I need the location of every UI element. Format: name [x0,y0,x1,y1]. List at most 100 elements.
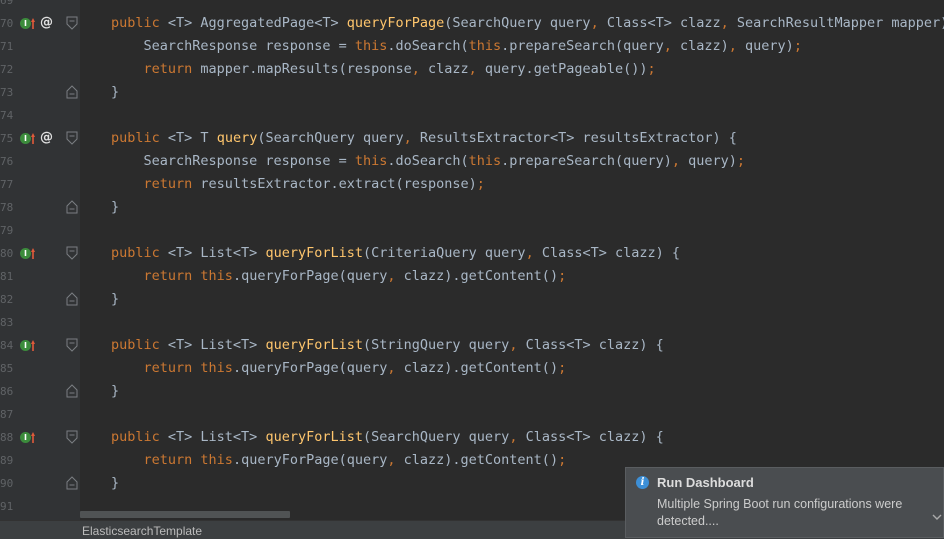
code-line[interactable]: public <T> List<T> queryForList(SearchQu… [111,426,664,449]
code-line[interactable]: public <T> List<T> queryForList(Criteria… [111,242,680,265]
code-token: , [509,337,526,353]
breadcrumb[interactable]: ElasticsearchTemplate [82,524,202,538]
code-token: public [111,15,168,31]
code-token: , [387,268,404,284]
fold-collapse-icon[interactable] [66,16,78,30]
line-number: 87 [0,408,14,421]
code-token: (StringQuery query [363,337,510,353]
code-line[interactable]: } [111,472,119,495]
code-token: , [411,61,429,77]
line-number: 81 [0,270,14,283]
up-arrow-icon[interactable] [31,133,35,144]
code-token: public [111,337,168,353]
chevron-down-icon[interactable] [931,512,943,522]
at-override-icon[interactable]: @ [40,131,53,145]
code-line[interactable]: return mapper.mapResults(response, clazz… [111,58,656,81]
code-token: ; [736,153,746,169]
code-token: (SearchQuery query [444,15,591,31]
code-token: queryForPage [346,15,445,31]
fold-end-icon[interactable] [66,476,78,490]
code-line[interactable]: public <T> T query(SearchQuery query, Re… [111,127,737,150]
line-number: 84 [0,339,14,352]
horizontal-scrollbar[interactable] [80,511,290,518]
notification-body[interactable]: Multiple Spring Boot run configurations … [657,496,907,530]
implements-icon[interactable]: I [20,133,31,144]
line-number: 77 [0,178,14,191]
code-token: .queryForPage(query [232,268,388,284]
code-token: SearchResponse response = [111,153,355,169]
code-token: query) [745,38,794,54]
code-line[interactable]: } [111,288,119,311]
up-arrow-icon[interactable] [31,248,35,259]
line-number: 75 [0,132,14,145]
code-token: .queryForPage(query [232,452,388,468]
code-token: clazz).getContent() [403,452,559,468]
fold-collapse-icon[interactable] [66,131,78,145]
line-number: 70 [0,17,14,30]
code-token: this [200,268,233,284]
line-number: 85 [0,362,14,375]
code-token: this [468,38,502,54]
code-token: (SearchQuery query [257,130,404,146]
code-line[interactable]: SearchResponse response = this.doSearch(… [111,150,746,173]
fold-collapse-icon[interactable] [66,338,78,352]
line-number: 91 [0,500,14,513]
fold-collapse-icon[interactable] [66,430,78,444]
code-line[interactable]: SearchResponse response = this.doSearch(… [111,35,802,58]
code-token: this [354,153,388,169]
code-line[interactable]: return this.queryForPage(query, clazz).g… [111,265,567,288]
fold-end-icon[interactable] [66,85,78,99]
fold-collapse-icon[interactable] [66,246,78,260]
code-line[interactable]: } [111,81,119,104]
up-arrow-icon[interactable] [31,340,35,351]
code-token: } [111,199,120,215]
code-token: this [468,153,502,169]
code-line[interactable]: return this.queryForPage(query, clazz).g… [111,449,567,472]
code-editor[interactable]: public <T> AggregatedPage<T> queryForPag… [80,0,944,520]
fold-end-icon[interactable] [66,292,78,306]
code-token: return [143,268,201,284]
code-token: <T> List<T> [167,337,266,353]
code-token: , [728,38,746,54]
run-dashboard-notification[interactable]: i Run Dashboard Multiple Spring Boot run… [625,467,944,538]
implements-icon[interactable]: I [20,432,31,443]
code-token: Class<T> clazz) { [525,429,664,445]
code-token: Class<T> clazz) { [541,245,680,261]
code-token: query [216,130,258,146]
fold-end-icon[interactable] [66,384,78,398]
code-token: } [111,291,120,307]
implements-icon[interactable]: I [20,340,31,351]
code-token: queryForList [265,337,363,353]
code-line[interactable]: } [111,380,119,403]
line-number: 69 [0,0,14,7]
line-number: 79 [0,224,14,237]
code-token: this [200,452,233,468]
code-token: resultsExtractor.extract(response) [200,176,477,192]
code-token: return [143,452,201,468]
code-token: Class<T> clazz) { [525,337,664,353]
code-token: <T> T [167,130,217,146]
implements-icon[interactable]: I [20,248,31,259]
code-line[interactable]: return this.queryForPage(query, clazz).g… [111,357,567,380]
code-token: ; [647,61,656,77]
fold-end-icon[interactable] [66,200,78,214]
up-arrow-icon[interactable] [31,18,35,29]
code-token: public [111,245,168,261]
line-number: 88 [0,431,14,444]
at-override-icon[interactable]: @ [40,16,53,30]
code-token: ; [558,360,567,376]
code-line[interactable]: return resultsExtractor.extract(response… [111,173,485,196]
implements-icon[interactable]: I [20,18,31,29]
code-line[interactable]: public <T> List<T> queryForList(StringQu… [111,334,664,357]
code-token: , [590,15,607,31]
code-line[interactable]: public <T> AggregatedPage<T> queryForPag… [111,12,944,35]
code-line[interactable]: } [111,196,119,219]
code-token: mapper.mapResults(response [200,61,412,77]
line-number: 89 [0,454,14,467]
code-token: .doSearch( [387,38,469,54]
up-arrow-icon[interactable] [31,432,35,443]
